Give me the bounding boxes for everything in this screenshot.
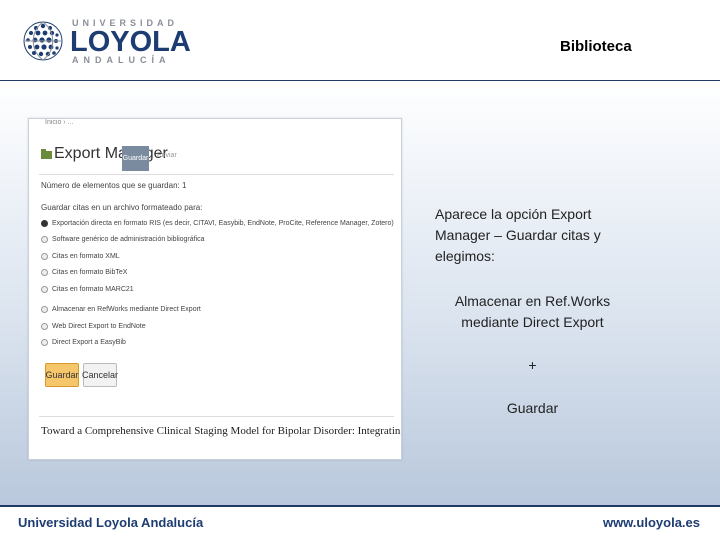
radio-icon[interactable]	[41, 305, 48, 313]
plus-sign: +	[528, 357, 537, 373]
globe-icon	[23, 21, 63, 61]
export-manager-screenshot: Inicio › ... Export Manager Guardar Envi…	[28, 118, 402, 460]
export-option-label: Web Direct Export to EndNote	[52, 322, 146, 330]
guardar-button[interactable]: Guardar	[45, 363, 79, 387]
description-text: Aparece la opción Export Manager – Guard…	[435, 206, 601, 264]
export-option[interactable]: Citas en formato XML	[41, 250, 120, 262]
loyola-logo[interactable]: UNIVERSIDAD LOYOLA ANDALUCÍA	[22, 18, 191, 66]
export-option-label: Almacenar en RefWorks mediante Direct Ex…	[52, 305, 201, 313]
export-option[interactable]: Almacenar en RefWorks mediante Direct Ex…	[41, 303, 201, 315]
export-option-label: Direct Export a EasyBib	[52, 338, 126, 346]
save-citations-label: Guardar citas en un archivo formateado p…	[41, 203, 203, 212]
export-option[interactable]: Citas en formato MARC21	[41, 283, 134, 295]
export-option-label: Citas en formato MARC21	[52, 285, 134, 293]
radio-icon[interactable]	[41, 285, 48, 293]
breadcrumb[interactable]: Inicio › ...	[45, 119, 73, 126]
radio-icon[interactable]	[41, 235, 48, 243]
divider	[39, 416, 394, 417]
footer-website-link[interactable]: www.uloyola.es	[603, 515, 700, 530]
highlight-text: Almacenar en Ref.Works mediante Direct E…	[454, 293, 611, 330]
save-button[interactable]: Guardar	[122, 146, 149, 171]
article-title[interactable]: Toward a Comprehensive Clinical Staging …	[41, 425, 401, 437]
item-count-text: Número de elementos que se guardan: 1	[41, 181, 187, 190]
footer: Universidad Loyola Andalucía www.uloyola…	[0, 505, 720, 542]
header: UNIVERSIDAD LOYOLA ANDALUCÍA Biblioteca	[0, 0, 720, 81]
export-option[interactable]: Web Direct Export to EndNote	[41, 320, 146, 332]
export-option[interactable]: Software genérico de administración bibl…	[41, 233, 205, 245]
cancel-button[interactable]: Cancelar	[82, 363, 118, 387]
logo-bottom-text: ANDALUCÍA	[72, 55, 171, 65]
export-option-label: Exportación directa en formato RIS (es d…	[52, 219, 394, 227]
export-option[interactable]: Exportación directa en formato RIS (es d…	[41, 217, 394, 229]
radio-selected-icon[interactable]	[41, 219, 48, 227]
radio-icon[interactable]	[41, 252, 48, 260]
radio-icon[interactable]	[41, 268, 48, 276]
radio-icon[interactable]	[41, 338, 48, 346]
export-manager-title: Export Manager	[54, 145, 168, 162]
export-option-label: Software genérico de administración bibl…	[52, 235, 205, 243]
radio-icon[interactable]	[41, 322, 48, 330]
guardar-text: Guardar	[506, 400, 559, 416]
export-option-label: Citas en formato XML	[52, 252, 120, 260]
folder-icon	[41, 149, 52, 159]
send-button[interactable]: Enviar	[157, 152, 177, 159]
export-option[interactable]: Citas en formato BibTeX	[41, 266, 127, 278]
export-option[interactable]: Direct Export a EasyBib	[41, 336, 126, 348]
section-title: Biblioteca	[560, 38, 632, 55]
export-option-label: Citas en formato BibTeX	[52, 268, 128, 276]
divider	[39, 174, 394, 175]
footer-university: Universidad Loyola Andalucía	[18, 515, 204, 530]
